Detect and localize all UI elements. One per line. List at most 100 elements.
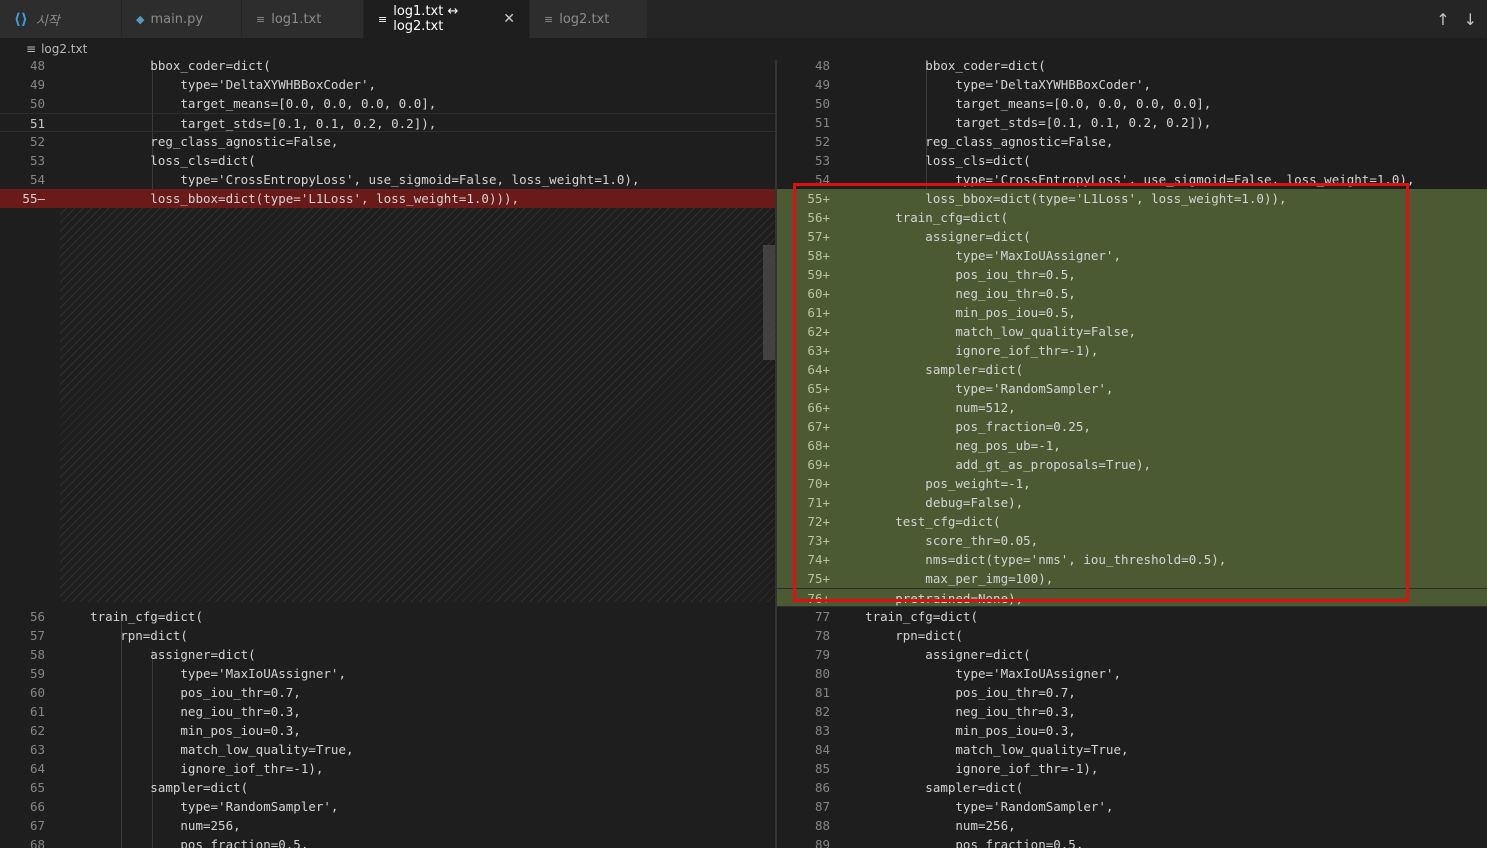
added-code-line[interactable]: 73+ score_thr=0.05, xyxy=(777,531,1487,550)
line-number: 60 xyxy=(29,685,45,700)
removed-code-line[interactable]: 55— loss_bbox=dict(type='L1Loss', loss_w… xyxy=(0,189,775,208)
code-line[interactable]: 50 target_means=[0.0, 0.0, 0.0, 0.0], xyxy=(0,94,775,113)
code-line[interactable]: 51 target_stds=[0.1, 0.1, 0.2, 0.2]), xyxy=(0,113,775,132)
code-line[interactable]: 53 loss_cls=dict( xyxy=(777,151,1487,170)
added-code-line[interactable]: 68+ neg_pos_ub=-1, xyxy=(777,436,1487,455)
code-line[interactable]: 58 assigner=dict( xyxy=(0,645,775,664)
text-file-icon: ≡ xyxy=(378,12,388,26)
added-code-line[interactable]: 71+ debug=False), xyxy=(777,493,1487,512)
arrow-up-icon[interactable]: ↑ xyxy=(1436,10,1449,29)
code-line[interactable]: 79 assigner=dict( xyxy=(777,645,1487,664)
code-line[interactable]: 77 train_cfg=dict( xyxy=(777,607,1487,626)
python-icon: ◆ xyxy=(136,12,145,26)
added-code-line[interactable]: 74+ nms=dict(type='nms', iou_threshold=0… xyxy=(777,550,1487,569)
code-text: target_stds=[0.1, 0.1, 0.2, 0.2]), xyxy=(835,115,1212,130)
added-code-line[interactable]: 57+ assigner=dict( xyxy=(777,227,1487,246)
code-line[interactable]: 61 neg_iou_thr=0.3, xyxy=(0,702,775,721)
line-number: 78 xyxy=(814,628,830,643)
code-line[interactable]: 85 ignore_iof_thr=-1), xyxy=(777,759,1487,778)
added-code-line[interactable]: 61+ min_pos_iou=0.5, xyxy=(777,303,1487,322)
line-number: 64 xyxy=(29,761,45,776)
added-code-line[interactable]: 62+ match_low_quality=False, xyxy=(777,322,1487,341)
added-code-line[interactable]: 56+ train_cfg=dict( xyxy=(777,208,1487,227)
code-line[interactable]: 63 match_low_quality=True, xyxy=(0,740,775,759)
code-line[interactable]: 82 neg_iou_thr=0.3, xyxy=(777,702,1487,721)
added-code-line[interactable]: 66+ num=512, xyxy=(777,398,1487,417)
code-line[interactable]: 89 pos_fraction=0.5, xyxy=(777,835,1487,848)
code-line[interactable]: 51 target_stds=[0.1, 0.1, 0.2, 0.2]), xyxy=(777,113,1487,132)
code-line[interactable]: 54 type='CrossEntropyLoss', use_sigmoid=… xyxy=(0,170,775,189)
code-line[interactable]: 80 type='MaxIoUAssigner', xyxy=(777,664,1487,683)
code-text: min_pos_iou=0.3, xyxy=(835,723,1076,738)
added-code-line[interactable]: 58+ type='MaxIoUAssigner', xyxy=(777,246,1487,265)
line-number: 77 xyxy=(814,609,830,624)
code-text: sampler=dict( xyxy=(835,362,1024,377)
code-line[interactable]: 52 reg_class_agnostic=False, xyxy=(0,132,775,151)
code-text: min_pos_iou=0.5, xyxy=(835,305,1076,320)
line-number: 85 xyxy=(814,761,830,776)
line-number: 57 xyxy=(29,628,45,643)
code-line[interactable]: 59 type='MaxIoUAssigner', xyxy=(0,664,775,683)
added-code-line[interactable]: 55+ loss_bbox=dict(type='L1Loss', loss_w… xyxy=(777,189,1487,208)
added-code-line[interactable]: 60+ neg_iou_thr=0.5, xyxy=(777,284,1487,303)
code-line[interactable]: 88 num=256, xyxy=(777,816,1487,835)
code-text: assigner=dict( xyxy=(835,229,1031,244)
code-line[interactable]: 48 bbox_coder=dict( xyxy=(0,60,775,75)
added-code-line[interactable]: 59+ pos_iou_thr=0.5, xyxy=(777,265,1487,284)
added-code-line[interactable]: 69+ add_gt_as_proposals=True), xyxy=(777,455,1487,474)
code-line[interactable]: 57 rpn=dict( xyxy=(0,626,775,645)
tab-diff-log1-log2[interactable]: ≡ log1.txt ↔ log2.txt ✕ xyxy=(364,0,530,38)
breadcrumb-file[interactable]: log2.txt xyxy=(41,42,87,56)
added-code-line[interactable]: 72+ test_cfg=dict( xyxy=(777,512,1487,531)
code-line[interactable]: 66 type='RandomSampler', xyxy=(0,797,775,816)
added-code-line[interactable]: 76+ pretrained=None), xyxy=(777,588,1487,607)
code-line[interactable]: 64 ignore_iof_thr=-1), xyxy=(0,759,775,778)
added-code-line[interactable]: 67+ pos_fraction=0.25, xyxy=(777,417,1487,436)
right-diff-pane[interactable]: 48 bbox_coder=dict(49 type='DeltaXYWHBBo… xyxy=(777,60,1487,848)
code-line[interactable]: 78 rpn=dict( xyxy=(777,626,1487,645)
tab-main-py[interactable]: ◆ main.py xyxy=(122,0,242,38)
code-line[interactable]: 83 min_pos_iou=0.3, xyxy=(777,721,1487,740)
line-number: 56+ xyxy=(807,210,830,225)
code-line[interactable]: 49 type='DeltaXYWHBBoxCoder', xyxy=(777,75,1487,94)
scrollbar-thumb[interactable] xyxy=(763,245,775,360)
code-line[interactable]: 60 pos_iou_thr=0.7, xyxy=(0,683,775,702)
added-code-line[interactable]: 64+ sampler=dict( xyxy=(777,360,1487,379)
code-line[interactable]: 65 sampler=dict( xyxy=(0,778,775,797)
code-line[interactable]: 53 loss_cls=dict( xyxy=(0,151,775,170)
code-line[interactable]: 52 reg_class_agnostic=False, xyxy=(777,132,1487,151)
line-number: 50 xyxy=(29,96,45,111)
added-code-line[interactable]: 65+ type='RandomSampler', xyxy=(777,379,1487,398)
vscode-icon: ⟨⟩ xyxy=(14,10,28,28)
added-code-line[interactable]: 63+ ignore_iof_thr=-1), xyxy=(777,341,1487,360)
code-line[interactable]: 84 match_low_quality=True, xyxy=(777,740,1487,759)
tab-log2[interactable]: ≡ log2.txt xyxy=(530,0,648,38)
code-line[interactable]: 62 min_pos_iou=0.3, xyxy=(0,721,775,740)
code-line[interactable]: 68 pos_fraction=0.5, xyxy=(0,835,775,848)
code-line[interactable]: 86 sampler=dict( xyxy=(777,778,1487,797)
code-line[interactable]: 81 pos_iou_thr=0.7, xyxy=(777,683,1487,702)
tab-log1[interactable]: ≡ log1.txt xyxy=(242,0,364,38)
tab-label: log2.txt xyxy=(559,11,610,27)
breadcrumb: ≡ log2.txt xyxy=(0,38,1487,60)
code-line[interactable]: 54 type='CrossEntropyLoss', use_sigmoid=… xyxy=(777,170,1487,189)
code-text: pos_iou_thr=0.5, xyxy=(835,267,1076,282)
text-file-icon: ≡ xyxy=(256,12,266,26)
text-file-icon: ≡ xyxy=(544,12,554,26)
code-text: match_low_quality=True, xyxy=(60,742,354,757)
code-line[interactable]: 50 target_means=[0.0, 0.0, 0.0, 0.0], xyxy=(777,94,1487,113)
tab-welcome[interactable]: ⟨⟩ 시작 xyxy=(0,0,122,38)
added-code-line[interactable]: 75+ max_per_img=100), xyxy=(777,569,1487,588)
line-number: 53 xyxy=(29,153,45,168)
code-text: target_means=[0.0, 0.0, 0.0, 0.0], xyxy=(835,96,1212,111)
close-icon[interactable]: ✕ xyxy=(503,11,515,27)
code-line[interactable]: 56 train_cfg=dict( xyxy=(0,607,775,626)
arrow-down-icon[interactable]: ↓ xyxy=(1464,10,1477,29)
code-line[interactable]: 49 type='DeltaXYWHBBoxCoder', xyxy=(0,75,775,94)
left-diff-pane[interactable]: 48 bbox_coder=dict(49 type='DeltaXYWHBBo… xyxy=(0,60,775,848)
code-line[interactable]: 67 num=256, xyxy=(0,816,775,835)
code-line[interactable]: 48 bbox_coder=dict( xyxy=(777,60,1487,75)
line-number: 84 xyxy=(814,742,830,757)
code-line[interactable]: 87 type='RandomSampler', xyxy=(777,797,1487,816)
added-code-line[interactable]: 70+ pos_weight=-1, xyxy=(777,474,1487,493)
